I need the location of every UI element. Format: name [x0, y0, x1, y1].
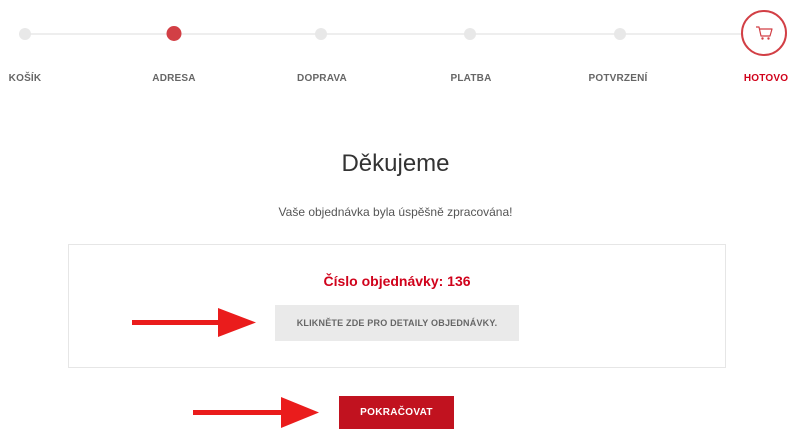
step-label-platba[interactable]: PLATBA — [450, 73, 491, 84]
order-number: Číslo objednávky: 136 — [323, 273, 471, 289]
step-dot-kosik[interactable] — [19, 28, 31, 40]
step-label-potvrzeni[interactable]: POTVRZENÍ — [588, 73, 647, 84]
step-hotovo-cart — [741, 10, 787, 56]
confirmation-message: Vaše objednávka byla úspěšně zpracována! — [278, 205, 513, 219]
step-dot-platba[interactable] — [464, 28, 476, 40]
continue-button[interactable]: POKRAČOVAT — [339, 396, 454, 429]
annotation-arrow-icon — [193, 397, 319, 428]
step-label-adresa[interactable]: ADRESA — [152, 73, 195, 84]
step-label-hotovo: HOTOVO — [743, 73, 789, 84]
step-dot-potvrzeni[interactable] — [614, 28, 626, 40]
page-title: Děkujeme — [341, 150, 450, 177]
step-dot-adresa[interactable] — [166, 26, 182, 41]
annotation-arrow-icon — [132, 308, 256, 337]
step-label-doprava[interactable]: DOPRAVA — [297, 73, 347, 84]
order-details-button[interactable]: KLIKNĚTE ZDE PRO DETAILY OBJEDNÁVKY. — [275, 305, 519, 341]
step-label-kosik[interactable]: KOŠÍK — [9, 73, 42, 84]
progress-track — [22, 33, 746, 35]
cart-icon — [756, 26, 773, 40]
step-dot-doprava[interactable] — [315, 28, 327, 40]
